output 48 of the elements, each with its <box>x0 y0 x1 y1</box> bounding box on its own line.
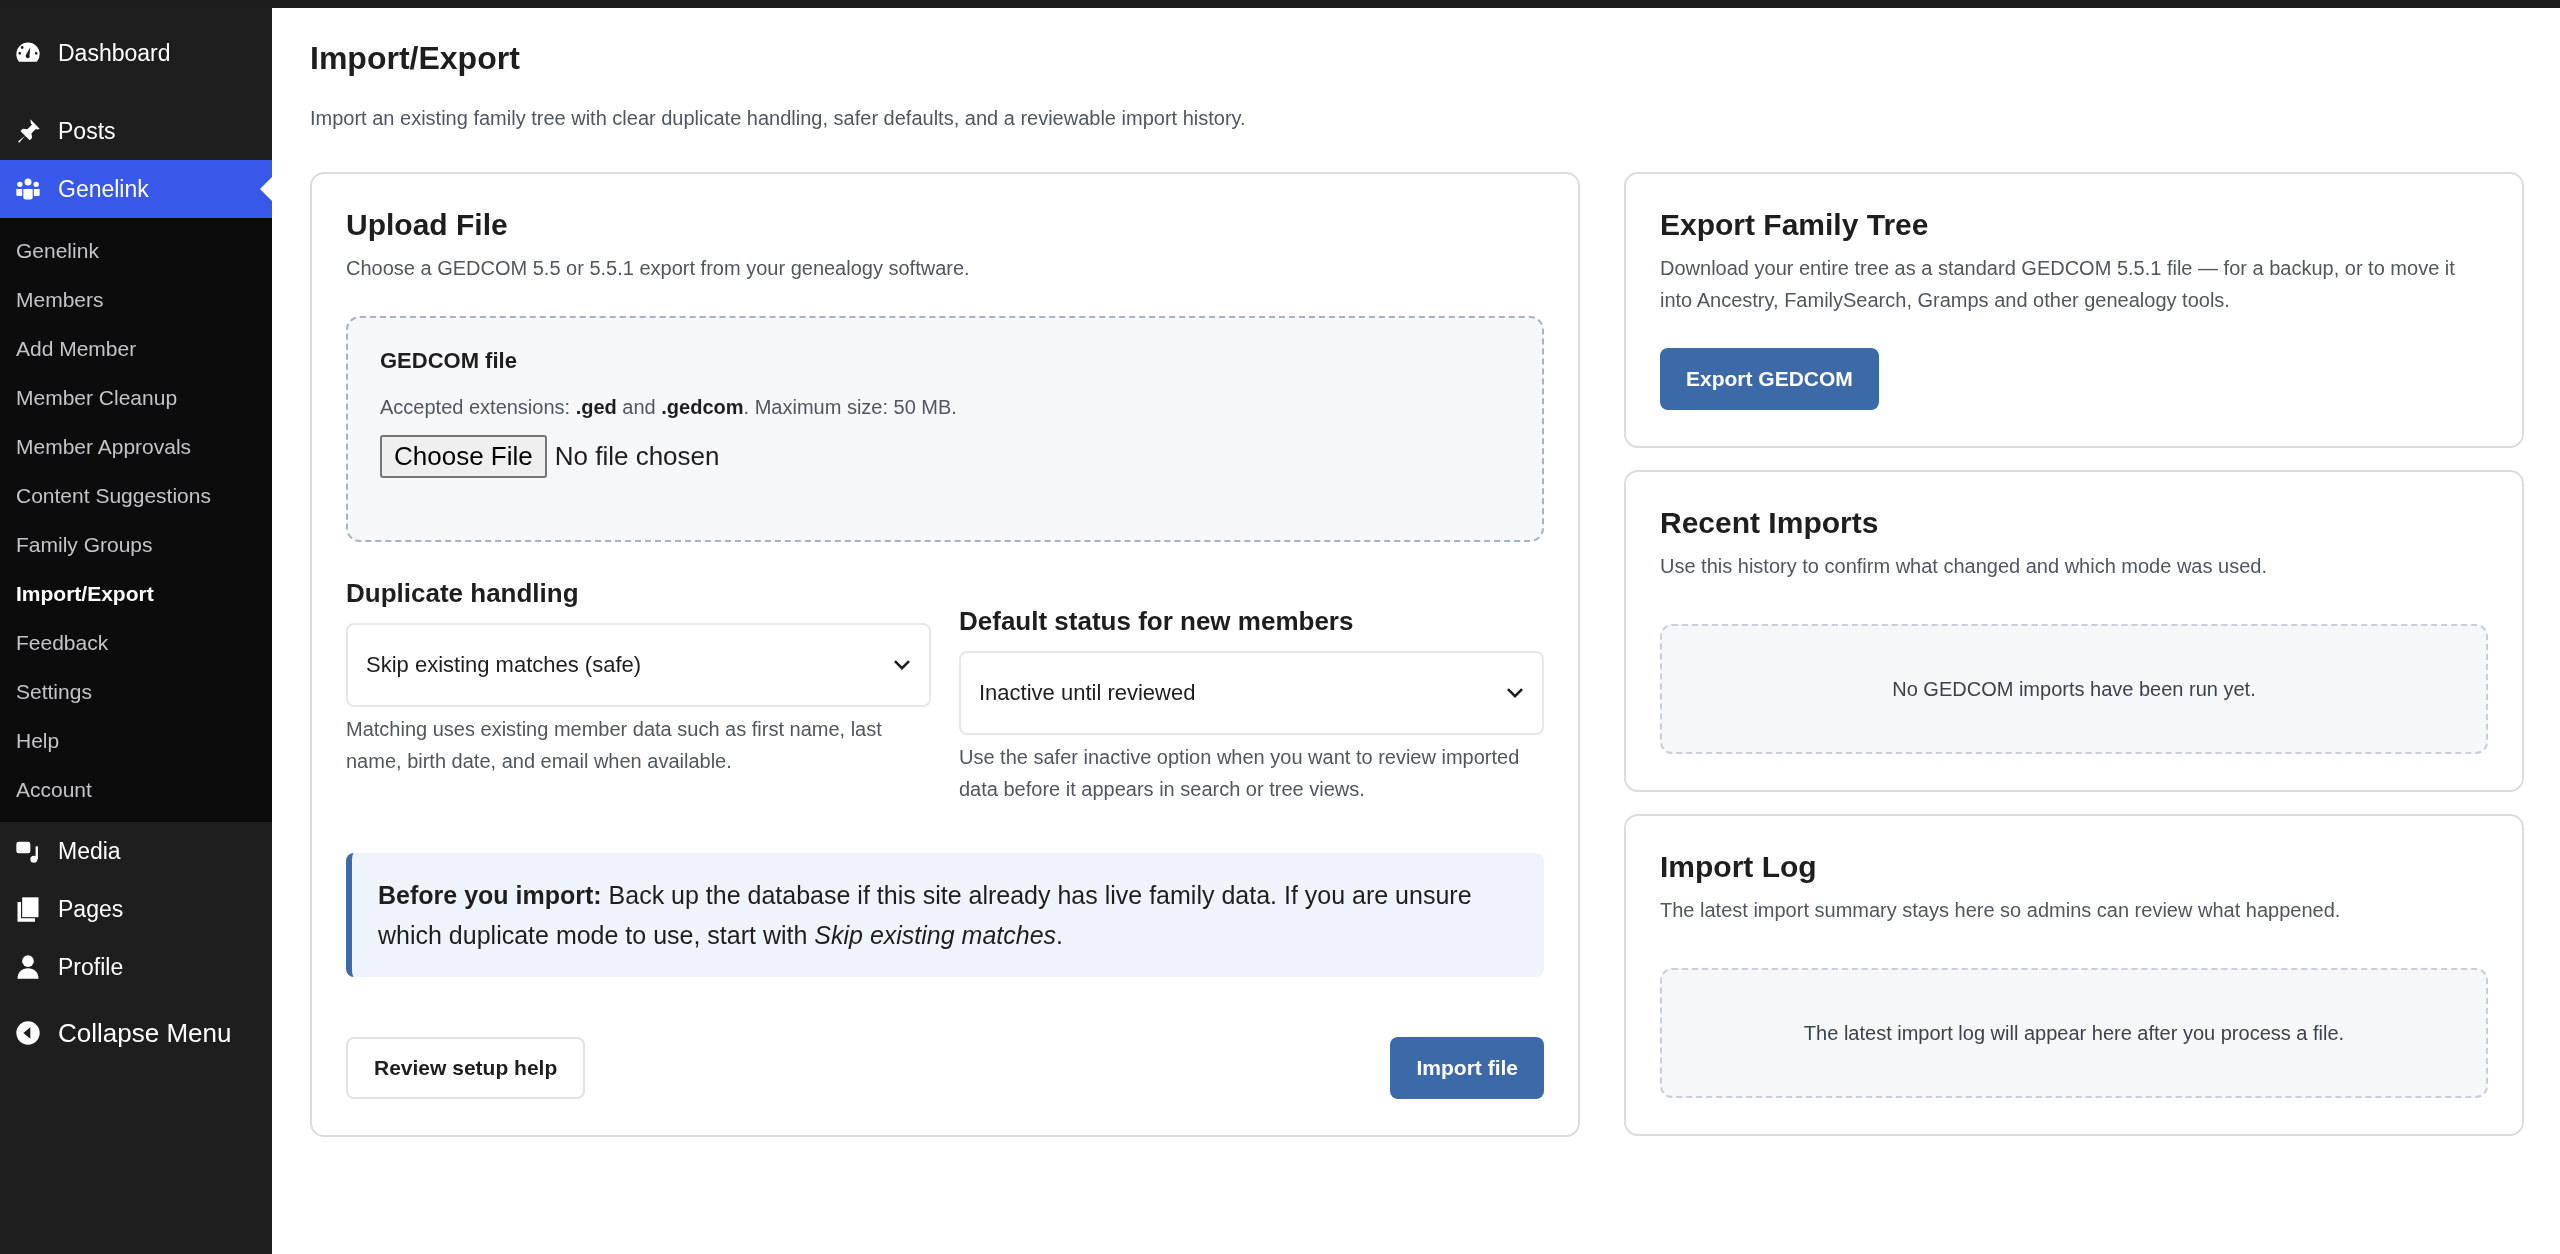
page-description: Import an existing family tree with clear duplicate handling, safer defaults, and a reviewable import history. <box>310 107 1247 130</box>
card-title: Upload File <box>346 208 509 242</box>
menu-item[interactable]: Pages <box>0 880 272 938</box>
field-label: Default status for new members <box>959 606 1355 637</box>
notice: Before you import: Back up the database if this site already has live family data. If you are unsure which duplicate mode to use, start with Skip existing matches. <box>346 853 1544 977</box>
chevron-down-icon <box>1506 687 1524 699</box>
submenu-item[interactable]: Members <box>0 275 272 324</box>
submenu-item[interactable]: Add Member <box>0 324 272 373</box>
select-field[interactable]: Skip existing matches (safe) <box>346 623 931 707</box>
field-hint: Accepted extensions: .ged and .gedcom. Maximum size: 50 MB. <box>380 396 958 419</box>
card-title: Import Log <box>1660 850 1818 884</box>
submenu-item[interactable]: Member Cleanup <box>0 373 272 422</box>
submenu-item[interactable]: Member Approvals <box>0 422 272 471</box>
file-status: No file chosen <box>554 441 720 472</box>
field-help: Matching uses existing member data such as first name, last name, birth date, and email when available. <box>346 717 883 774</box>
submenu-item[interactable]: Feedback <box>0 618 272 667</box>
submenu-item[interactable]: Genelink <box>0 226 272 275</box>
card-title: Recent Imports <box>1660 506 1880 540</box>
page-title: Import/Export <box>310 40 521 77</box>
submenu-item[interactable]: Family Groups <box>0 520 272 569</box>
submenu-item[interactable]: Settings <box>0 667 272 716</box>
select-field[interactable]: Inactive until reviewed <box>959 651 1544 735</box>
chevron-down-icon <box>893 659 911 671</box>
field-label: GEDCOM file <box>380 348 518 374</box>
empty-state: The latest import log will appear here after you process a file. <box>1660 968 2488 1098</box>
menu-item[interactable]: Genelink <box>0 160 272 218</box>
menu-item[interactable]: Media <box>0 822 272 880</box>
empty-state: No GEDCOM imports have been run yet. <box>1660 624 2488 754</box>
field-label: Duplicate handling <box>346 578 580 609</box>
submenu-item[interactable]: Import/Export <box>0 569 272 618</box>
field-help: Use the safer inactive option when you want to review imported data before it appears in search or tree views. <box>959 745 1521 802</box>
card-description: Use this history to confirm what changed and which mode was used. <box>1660 554 2268 579</box>
collapse-menu-button[interactable]: Collapse Menu <box>0 1004 272 1062</box>
card-description: Download your entire tree as a standard GEDCOM 5.5.1 file — for a backup, or to move it into Ancestry, FamilySearch, Gramps and other genealogy tools. <box>1660 256 2456 313</box>
card-description: The latest import summary stays here so admins can review what happened. <box>1660 898 2342 923</box>
card-subtitle: Choose a GEDCOM 5.5 or 5.5.1 export from your genealogy software. <box>346 256 971 281</box>
menu-item[interactable]: Dashboard <box>0 24 272 82</box>
choose-file-button[interactable]: Choose File <box>380 435 547 478</box>
menu-item[interactable]: Profile <box>0 938 272 996</box>
export-gedcom-button[interactable]: Export GEDCOM <box>1660 348 1879 410</box>
card-title: Export Family Tree <box>1660 208 1930 242</box>
collapse-icon <box>14 1019 42 1047</box>
review-setup-help-button[interactable]: Review setup help <box>346 1037 586 1099</box>
menu-item[interactable]: Posts <box>0 102 272 160</box>
submenu-item[interactable]: Content Suggestions <box>0 471 272 520</box>
import-file-button[interactable]: Import file <box>1390 1037 1544 1099</box>
submenu-item[interactable]: Account <box>0 765 272 814</box>
submenu-item[interactable]: Help <box>0 716 272 765</box>
